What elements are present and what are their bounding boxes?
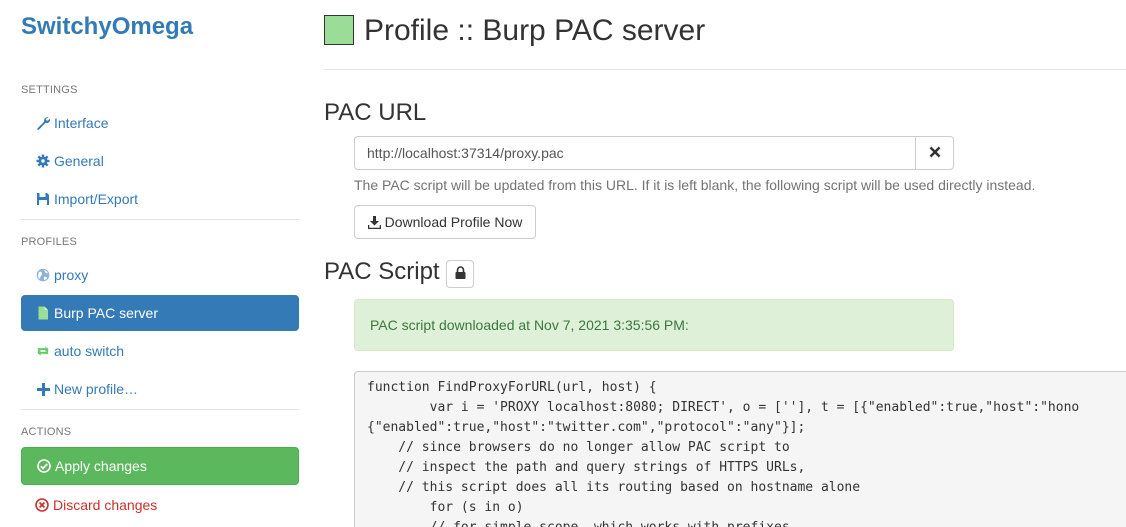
x-circle-icon [35,498,49,512]
discard-changes-label: Discard changes [53,497,158,513]
close-icon [929,145,941,161]
sidebar-item-label: New profile… [54,381,139,397]
sidebar-item-label: General [54,153,104,169]
sidebar-item-label: Burp PAC server [54,305,158,321]
download-profile-label: Download Profile Now [384,214,523,230]
lock-icon [455,266,466,282]
sidebar-item-new-profile[interactable]: New profile… [21,371,299,407]
download-status-alert: PAC script downloaded at Nov 7, 2021 3:3… [354,299,954,351]
plus-icon [35,382,51,396]
main-content: Profile :: Burp PAC server PAC URL The P… [324,0,1126,527]
sidebar: SwitchyOmega SETTINGS Interface General … [0,0,310,527]
profile-color-swatch[interactable] [324,15,354,45]
globe-icon [35,268,51,282]
actions-header: ACTIONS [21,426,72,438]
apply-changes-label: Apply changes [55,458,147,474]
sidebar-item-auto-switch[interactable]: auto switch [21,333,299,369]
sidebar-item-interface[interactable]: Interface [21,105,299,141]
brand-title[interactable]: SwitchyOmega [21,13,193,41]
download-profile-button[interactable]: Download Profile Now [354,205,536,239]
settings-header: SETTINGS [21,84,78,96]
sidebar-divider [21,219,299,220]
page-title: Profile :: Burp PAC server [364,14,706,47]
discard-changes-button[interactable]: Discard changes [21,487,299,523]
sidebar-item-label: Interface [54,115,109,131]
check-circle-icon [37,459,51,473]
pac-script-code[interactable]: function FindProxyForURL(url, host) { va… [354,371,1126,527]
retweet-icon [35,344,51,358]
sidebar-item-general[interactable]: General [21,143,299,179]
sidebar-item-proxy[interactable]: proxy [21,257,299,293]
download-icon [367,215,381,229]
pac-url-input-group [354,136,954,170]
pac-script-heading: PAC Script [324,258,440,285]
pac-url-help-text: The PAC script will be updated from this… [354,177,1036,193]
apply-changes-button[interactable]: Apply changes [21,447,299,485]
sidebar-divider [21,409,299,410]
profiles-header: PROFILES [21,236,78,248]
file-icon [35,306,51,320]
lock-script-button[interactable] [446,260,474,288]
sidebar-item-label: auto switch [54,343,125,359]
gear-icon [35,154,51,168]
pac-url-heading: PAC URL [324,99,427,126]
wrench-icon [35,116,51,130]
sidebar-item-label: proxy [54,267,89,283]
sidebar-item-label: Import/Export [54,191,139,207]
floppy-disk-icon [35,192,51,206]
clear-url-button[interactable] [915,136,954,170]
sidebar-item-import-export[interactable]: Import/Export [21,181,299,217]
sidebar-item-burp-pac-server[interactable]: Burp PAC server [21,295,299,331]
pac-url-input[interactable] [354,136,915,170]
title-divider [324,69,1126,70]
